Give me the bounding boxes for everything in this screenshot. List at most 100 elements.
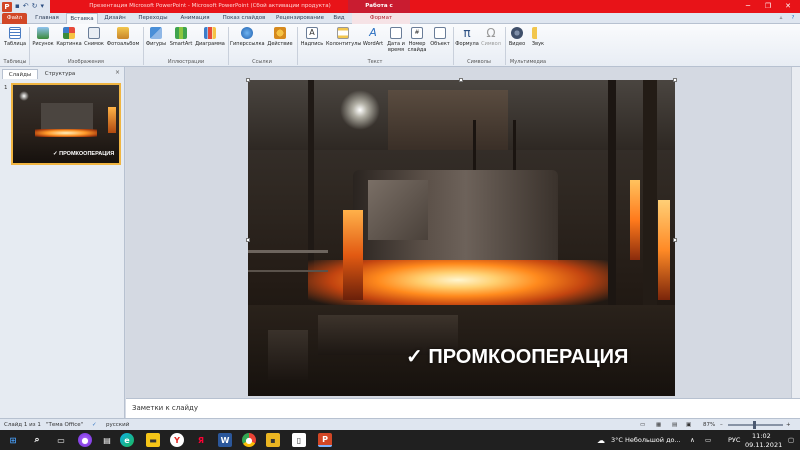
notes-placeholder: Заметки к слайду xyxy=(132,404,199,412)
search-icon[interactable]: ⌕ xyxy=(30,433,44,447)
separator xyxy=(29,27,30,65)
symbol-button[interactable]: Ω Символ xyxy=(480,27,502,47)
wordart-button[interactable]: A WordArt xyxy=(361,27,385,48)
chart-button[interactable]: Диаграмма xyxy=(195,27,225,47)
powerpoint-taskbar-icon[interactable]: P xyxy=(318,433,332,447)
zoom-slider-thumb[interactable] xyxy=(753,421,756,429)
shapes-button[interactable]: Фигуры xyxy=(145,27,167,47)
window-title: Презентация Microsoft PowerPoint - Micro… xyxy=(89,3,331,9)
group-label-images: Изображения xyxy=(68,59,104,65)
action-button[interactable]: Действие xyxy=(266,27,294,47)
tab-slideshow[interactable]: Показ слайдов xyxy=(218,13,270,24)
clock-time[interactable]: 11:02 xyxy=(752,432,771,440)
slide-caption[interactable]: ✓ ПРОМКООПЕРАЦИЯ xyxy=(406,344,628,369)
tray-chevron-icon[interactable]: ∧ xyxy=(690,436,695,444)
windows-start-icon[interactable]: ⊞ xyxy=(6,433,20,447)
object-icon xyxy=(434,27,446,39)
restore-icon[interactable]: ❐ xyxy=(758,0,778,13)
clock-date[interactable]: 09.11.2021 xyxy=(745,441,782,449)
tab-format[interactable]: Формат xyxy=(352,13,410,24)
save-icon[interactable]: ▪ xyxy=(15,0,20,13)
tab-file[interactable]: Файл xyxy=(2,13,27,24)
object-button[interactable]: Объект xyxy=(428,27,452,47)
tab-review[interactable]: Рецензирование xyxy=(272,13,328,24)
resize-handle[interactable] xyxy=(673,78,677,82)
screenshot-button[interactable]: Снимок xyxy=(83,27,105,47)
spellcheck-icon[interactable]: ✓ xyxy=(92,421,97,429)
input-language[interactable]: РУС xyxy=(728,436,740,444)
file-explorer-icon[interactable]: ▬ xyxy=(146,433,160,447)
help-icon[interactable]: ? xyxy=(788,13,798,24)
slide-number-button[interactable]: # Номер слайда xyxy=(406,27,428,53)
clipart-button[interactable]: Картинка xyxy=(56,27,82,47)
table-button[interactable]: Таблица xyxy=(3,27,27,47)
calendar-icon xyxy=(390,27,402,39)
yandex-browser-icon[interactable]: Y xyxy=(170,433,184,447)
collapse-ribbon-icon[interactable]: ▵ xyxy=(776,13,786,24)
reading-view-icon[interactable]: ▤ xyxy=(672,421,677,429)
separator xyxy=(228,27,229,65)
chrome-icon[interactable]: ● xyxy=(242,433,256,447)
textbox-button[interactable]: A Надпись xyxy=(299,27,325,47)
header-footer-button[interactable]: Колонтитулы xyxy=(326,27,361,47)
table-icon xyxy=(9,27,21,39)
slide-sorter-icon[interactable]: ▦ xyxy=(656,421,661,429)
document-icon[interactable]: ▯ xyxy=(292,433,306,447)
resize-handle[interactable] xyxy=(459,78,463,82)
equation-button[interactable]: π Формула xyxy=(455,27,479,47)
alice-assistant-icon[interactable]: ● xyxy=(78,433,92,447)
task-view-icon[interactable]: ▭ xyxy=(54,433,68,447)
customize-qat-icon[interactable]: ▾ xyxy=(41,0,45,13)
datetime-button[interactable]: Дата и время xyxy=(386,27,406,53)
tab-transitions[interactable]: Переходы xyxy=(133,13,173,24)
slide[interactable]: ✓ ПРОМКООПЕРАЦИЯ xyxy=(248,80,675,396)
resize-handle[interactable] xyxy=(673,238,677,242)
tab-insert[interactable]: Вставка xyxy=(66,13,98,24)
hyperlink-button[interactable]: Гиперссылка xyxy=(230,27,265,47)
globe-icon xyxy=(241,27,253,39)
powerpoint-logo-icon[interactable]: P xyxy=(2,1,12,12)
word-icon[interactable]: W xyxy=(218,433,232,447)
close-window-icon[interactable]: ✕ xyxy=(778,0,798,13)
language[interactable]: русский xyxy=(106,421,129,429)
smartart-button[interactable]: SmartArt xyxy=(168,27,194,47)
tab-slides[interactable]: Слайды xyxy=(2,69,38,79)
notifications-icon[interactable]: ▢ xyxy=(788,436,794,444)
screenshot-icon xyxy=(88,27,100,39)
tab-outline[interactable]: Структура xyxy=(40,69,80,79)
close-panel-icon[interactable]: × xyxy=(115,69,120,76)
normal-view-icon[interactable]: ▭ xyxy=(640,421,645,429)
taskbar-app-icon[interactable]: ▤ xyxy=(100,433,114,447)
edge-browser-icon[interactable]: e xyxy=(120,433,134,447)
separator xyxy=(297,27,298,65)
audio-button[interactable]: Звук xyxy=(528,27,548,47)
resize-handle[interactable] xyxy=(246,238,250,242)
picture-button[interactable]: Рисунок xyxy=(31,27,55,47)
slide-thumbnail[interactable]: ✓ ПРОМКООПЕРАЦИЯ xyxy=(11,83,121,165)
photo-album-button[interactable]: Фотоальбом xyxy=(106,27,140,47)
undo-icon[interactable]: ↶ xyxy=(23,0,29,13)
resize-handle[interactable] xyxy=(246,78,250,82)
zoom-in-button[interactable]: + xyxy=(786,421,791,429)
vertical-scrollbar[interactable] xyxy=(791,67,800,398)
minimize-icon[interactable]: ─ xyxy=(738,0,758,13)
video-button[interactable]: Видео xyxy=(507,27,527,47)
tab-view[interactable]: Вид xyxy=(330,13,348,24)
weather-text[interactable]: 3°C Небольшой до... xyxy=(611,436,681,444)
slideshow-icon[interactable]: ▣ xyxy=(686,421,691,429)
theme-name: "Тема Office" xyxy=(46,422,84,428)
redo-icon[interactable]: ↻ xyxy=(32,0,38,13)
zoom-out-button[interactable]: – xyxy=(720,421,723,429)
shapes-icon xyxy=(150,27,162,39)
ribbon-tabs: Файл Главная Вставка Дизайн Переходы Ани… xyxy=(0,13,800,24)
zoom-level[interactable]: 87% xyxy=(703,421,715,429)
yandex-icon[interactable]: Я xyxy=(194,433,208,447)
notes-pane[interactable]: Заметки к слайду xyxy=(126,398,800,418)
slide-number: 1 xyxy=(4,85,8,91)
tab-design[interactable]: Дизайн xyxy=(100,13,130,24)
taskbar-app-icon[interactable]: ▪ xyxy=(266,433,280,447)
network-icon[interactable]: ▭ xyxy=(705,436,711,444)
tab-animation[interactable]: Анимация xyxy=(175,13,215,24)
tab-home[interactable]: Главная xyxy=(30,13,64,24)
weather-icon[interactable]: ☁ xyxy=(597,436,605,445)
